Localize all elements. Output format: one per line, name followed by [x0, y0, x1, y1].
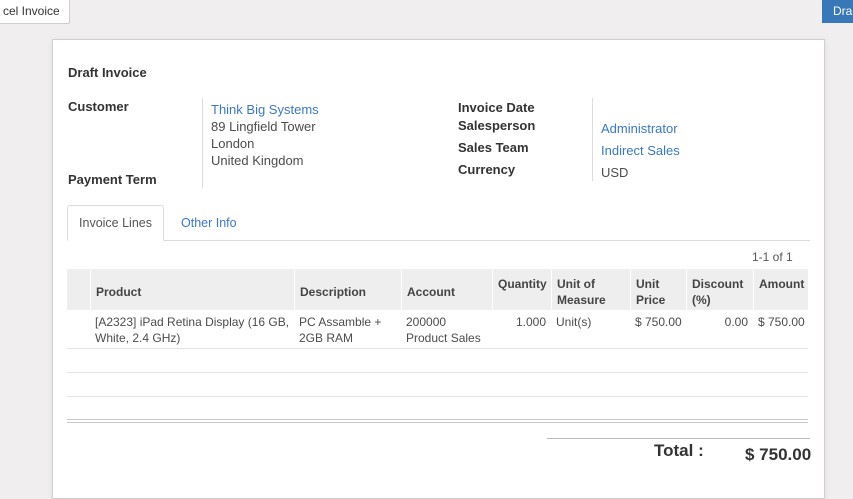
header-product[interactable]: Product	[96, 284, 141, 300]
address-line-1: 89 Lingfield Tower	[211, 119, 316, 134]
row-account-line1: 200000	[406, 315, 447, 329]
column-separator	[90, 269, 91, 310]
column-separator	[551, 269, 552, 310]
row-divider	[67, 372, 808, 373]
row-discount: 0.00	[724, 315, 748, 329]
pager[interactable]: 1-1 of 1	[752, 250, 793, 264]
top-toolbar: cel Invoice Dra	[0, 0, 853, 24]
header-uom-line1: Unit of	[557, 277, 595, 291]
currency-label: Currency	[458, 162, 516, 177]
row-product-line1: [A2323] iPad Retina Display (16 GB,	[95, 315, 290, 329]
tabs-baseline	[67, 240, 810, 241]
salesperson-label: Salesperson	[458, 118, 536, 133]
row-uom: Unit(s)	[556, 315, 592, 329]
customer-link[interactable]: Think Big Systems	[211, 102, 319, 117]
row-quantity: 1.000	[515, 315, 546, 329]
row-product: [A2323] iPad Retina Display (16 GB, Whit…	[95, 314, 289, 346]
header-discount[interactable]: Discount (%)	[692, 276, 743, 308]
row-description: PC Assamble + 2GB RAM	[299, 314, 381, 346]
draft-button[interactable]: Dra	[822, 0, 853, 23]
row-product-line2: White, 2.4 GHz)	[95, 331, 181, 345]
header-amount[interactable]: Amount	[759, 276, 804, 292]
total-rule	[547, 438, 810, 439]
row-divider	[67, 348, 808, 349]
sales-team-link[interactable]: Indirect Sales	[601, 143, 680, 158]
table-footer-rule	[67, 419, 808, 423]
column-separator	[686, 269, 687, 310]
header-discount-line1: Discount	[692, 277, 744, 291]
header-quantity[interactable]: Quantity	[498, 276, 547, 292]
form-title: Draft Invoice	[68, 65, 147, 80]
currency-value: USD	[601, 165, 629, 180]
row-description-line2: 2GB RAM	[299, 331, 354, 345]
sales-team-label: Sales Team	[458, 140, 529, 155]
cancel-invoice-button[interactable]: cel Invoice	[0, 0, 70, 24]
column-separator	[753, 269, 754, 310]
salesperson-link[interactable]: Administrator	[601, 121, 678, 136]
address-line-2: London	[211, 136, 255, 151]
address-line-3: United Kingdom	[211, 153, 304, 168]
invoice-date-label: Invoice Date	[458, 100, 535, 115]
column-separator	[492, 269, 493, 310]
column-separator	[401, 269, 402, 310]
customer-label: Customer	[68, 99, 129, 114]
header-price-line1: Unit	[636, 277, 660, 291]
total-value: $ 750.00	[745, 445, 812, 464]
row-account-line2: Product Sales	[406, 331, 481, 345]
column-separator	[294, 269, 295, 310]
total-label: Total :	[654, 441, 704, 460]
row-amount: $ 750.00	[758, 315, 805, 329]
tab-other-info[interactable]: Other Info	[181, 216, 237, 230]
header-account[interactable]: Account	[407, 284, 455, 300]
row-description-line1: PC Assamble +	[299, 315, 382, 329]
header-uom[interactable]: Unit of Measure	[557, 276, 606, 308]
header-discount-line2: (%)	[692, 293, 711, 307]
header-price-line2: Price	[636, 293, 666, 307]
column-separator	[630, 269, 631, 310]
row-account: 200000 Product Sales	[406, 314, 481, 346]
header-uom-line2: Measure	[557, 293, 606, 307]
header-description[interactable]: Description	[300, 284, 366, 300]
info-divider	[592, 98, 593, 181]
header-unit-price[interactable]: Unit Price	[636, 276, 665, 308]
tab-invoice-lines[interactable]: Invoice Lines	[67, 205, 164, 241]
customer-divider	[202, 98, 203, 188]
invoice-form-sheet: Draft Invoice Customer Think Big Systems…	[52, 39, 825, 499]
row-unit-price: $ 750.00	[635, 315, 682, 329]
payment-term-label: Payment Term	[68, 172, 157, 187]
row-divider	[67, 396, 808, 397]
